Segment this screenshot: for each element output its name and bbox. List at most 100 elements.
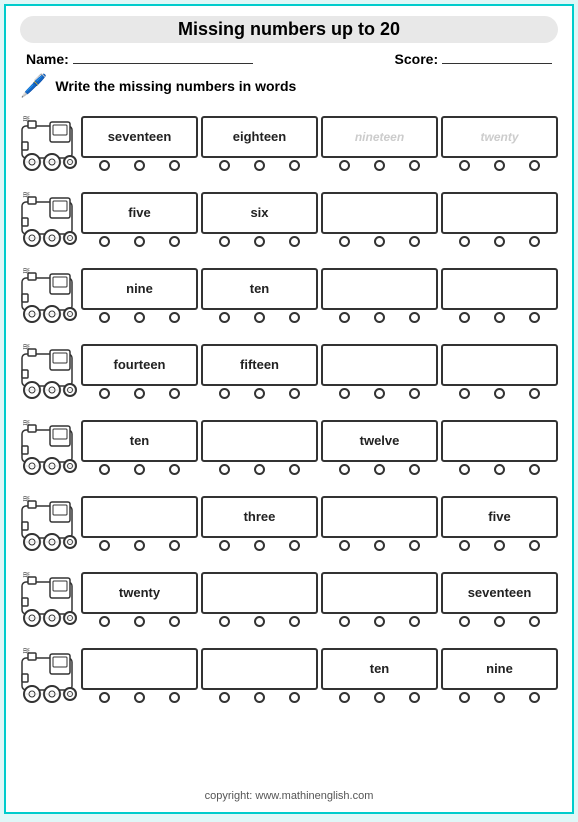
- wheels-row: [441, 614, 558, 627]
- train-car: [321, 344, 438, 399]
- wheel: [254, 388, 265, 399]
- wheel: [339, 160, 350, 171]
- train-engine: ≋: [20, 188, 78, 250]
- car-body: [321, 572, 438, 614]
- wheel: [459, 464, 470, 475]
- name-score-row: Name: Score:: [20, 51, 558, 67]
- wheel: [134, 160, 145, 171]
- wheel: [219, 312, 230, 323]
- train-row: ≋ ten: [20, 411, 558, 483]
- wheel: [254, 236, 265, 247]
- wheel: [529, 692, 540, 703]
- wheel: [409, 312, 420, 323]
- train-engine: ≋: [20, 644, 78, 706]
- wheel: [134, 540, 145, 551]
- wheels-row: [321, 614, 438, 627]
- train-car: fifteen: [201, 344, 318, 399]
- wheel: [409, 236, 420, 247]
- train-row: ≋ twenty: [20, 563, 558, 635]
- wheel: [219, 616, 230, 627]
- wheel: [494, 464, 505, 475]
- wheel: [169, 616, 180, 627]
- wheel: [494, 312, 505, 323]
- car-body: fourteen: [81, 344, 198, 386]
- train-car: nineteen: [321, 116, 438, 171]
- wheels-row: [321, 234, 438, 247]
- car-body: nine: [81, 268, 198, 310]
- train-engine: ≋: [20, 568, 78, 630]
- wheel: [494, 692, 505, 703]
- train-car: ten: [321, 648, 438, 703]
- wheels-row: [81, 538, 198, 551]
- train-car: [201, 648, 318, 703]
- train-car: ten: [81, 420, 198, 475]
- wheel: [254, 312, 265, 323]
- wheel: [219, 464, 230, 475]
- wheel: [99, 616, 110, 627]
- wheel: [494, 236, 505, 247]
- wheel: [134, 692, 145, 703]
- wheel: [99, 388, 110, 399]
- wheel: [459, 388, 470, 399]
- car-body: twelve: [321, 420, 438, 462]
- car-label: fourteen: [114, 357, 166, 372]
- wheel: [374, 160, 385, 171]
- wheel: [219, 236, 230, 247]
- train-engine: ≋: [20, 264, 78, 326]
- train-car: [441, 420, 558, 475]
- wheel: [289, 160, 300, 171]
- wheels-row: [81, 690, 198, 703]
- train-car: twelve: [321, 420, 438, 475]
- wheel: [339, 692, 350, 703]
- instruction-row: 🖊️ Write the missing numbers in words: [20, 73, 558, 99]
- car-label: six: [250, 205, 268, 220]
- train-car: [321, 268, 438, 323]
- car-body: five: [441, 496, 558, 538]
- car-body: [441, 268, 558, 310]
- wheels-row: [201, 690, 318, 703]
- wheel: [374, 540, 385, 551]
- wheel: [99, 464, 110, 475]
- car-label: ten: [130, 433, 150, 448]
- wheel: [289, 692, 300, 703]
- wheel: [289, 312, 300, 323]
- wheel: [169, 388, 180, 399]
- car-label: eighteen: [233, 129, 286, 144]
- wheels-row: [441, 386, 558, 399]
- car-body: ten: [81, 420, 198, 462]
- wheel: [134, 388, 145, 399]
- wheels-row: [441, 234, 558, 247]
- car-label: nineteen: [355, 130, 404, 144]
- wheel: [219, 540, 230, 551]
- footer: copyright: www.mathinenglish.com: [20, 788, 558, 802]
- wheel: [494, 616, 505, 627]
- car-body: six: [201, 192, 318, 234]
- car-body: [321, 344, 438, 386]
- train-car: eighteen: [201, 116, 318, 171]
- wheel: [99, 236, 110, 247]
- train-car: five: [441, 496, 558, 551]
- car-body: [81, 496, 198, 538]
- train-car: nine: [441, 648, 558, 703]
- wheels-row: [441, 538, 558, 551]
- wheel: [169, 692, 180, 703]
- train-car: [441, 192, 558, 247]
- wheel: [339, 236, 350, 247]
- wheel: [459, 616, 470, 627]
- car-body: [321, 496, 438, 538]
- wheel: [254, 692, 265, 703]
- car-label: ten: [250, 281, 270, 296]
- wheel: [374, 312, 385, 323]
- wheel: [339, 388, 350, 399]
- wheels-row: [441, 158, 558, 171]
- wheel: [134, 464, 145, 475]
- wheel: [169, 540, 180, 551]
- train-car: six: [201, 192, 318, 247]
- train-car: [201, 420, 318, 475]
- wheel: [289, 464, 300, 475]
- car-label: five: [488, 509, 510, 524]
- wheel: [409, 388, 420, 399]
- wheel: [409, 692, 420, 703]
- train-row: ≋: [20, 639, 558, 711]
- train-car: [201, 572, 318, 627]
